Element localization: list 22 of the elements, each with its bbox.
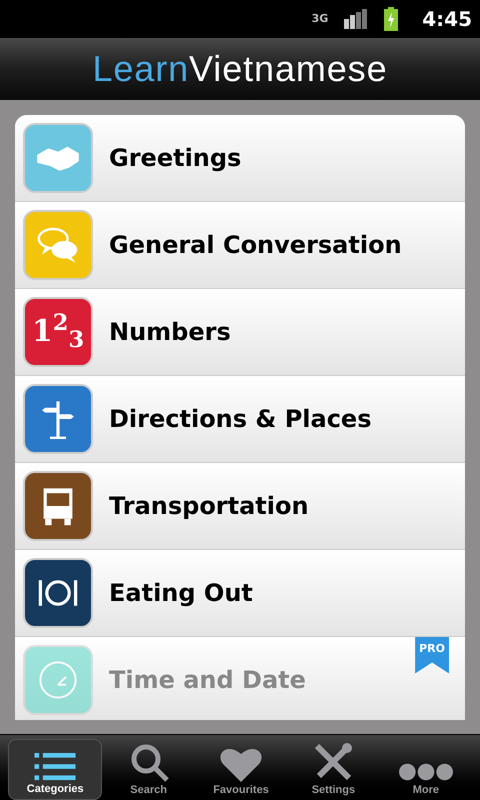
tab-button[interactable]: Favourites [194,739,288,800]
category-row[interactable]: Greetings [15,115,465,202]
clock-time: 4:45 [422,6,472,33]
tab-button[interactable]: Settings [287,739,380,800]
pro-ribbon: PRO [415,637,449,674]
tab-button[interactable]: Search [102,739,195,800]
category-label: Transportation [109,491,309,522]
category-label: Time and Date [109,665,306,696]
more-icon [398,762,454,782]
app-title: LearnVietnamese [92,47,388,91]
battery-icon [384,7,398,31]
tab-button[interactable]: Categories [8,739,102,800]
tab-button[interactable]: More [380,739,472,800]
list-icon [33,752,78,780]
category-label: Greetings [109,143,242,174]
category-label: Numbers [109,317,231,348]
network-type: 3G [312,10,328,27]
category-label: Eating Out [109,578,253,609]
category-label: General Conversation [109,230,402,261]
signal-icon [344,9,368,29]
search-icon [128,742,169,782]
category-label: Directions & Places [109,404,372,435]
